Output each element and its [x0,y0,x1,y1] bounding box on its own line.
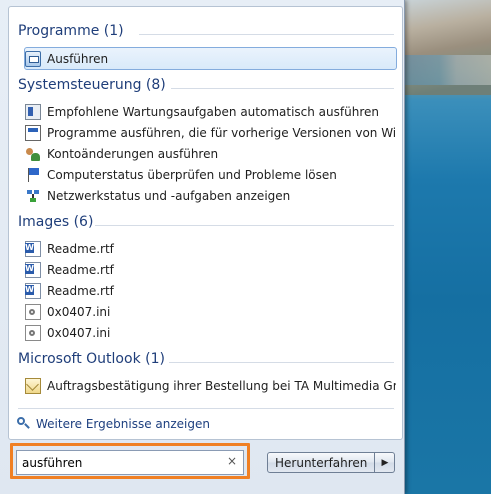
search-results-pane: Programme (1) Ausführen Systemsteuerung … [8,6,403,440]
run-icon [25,50,41,67]
group-divider [169,362,394,363]
result-item-ini-2[interactable]: 0x0407.ini [25,322,396,343]
ini-file-icon [25,324,41,341]
results-divider [18,408,394,409]
result-item-label: Netzwerkstatus und -aufgaben anzeigen [47,188,291,203]
group-divider [139,34,394,35]
result-item-label: Readme.rtf [47,241,114,256]
search-box[interactable]: × [16,450,244,475]
result-item-label: Empfohlene Wartungsaufgaben automatisch … [47,104,379,119]
group-divider [171,88,394,89]
more-results-label: Weitere Ergebnisse anzeigen [36,417,210,431]
result-item-computerstatus[interactable]: Computerstatus überprüfen und Probleme l… [25,164,396,185]
group-header-systemsteuerung[interactable]: Systemsteuerung (8) [18,77,166,93]
network-icon [25,187,41,204]
action-center-flag-icon [25,167,41,183]
search-input[interactable] [22,455,212,470]
result-item-label: Readme.rtf [47,283,114,298]
word-document-icon [25,261,41,278]
word-document-icon [25,240,41,257]
compatibility-icon [25,124,41,141]
start-menu: Programme (1) Ausführen Systemsteuerung … [0,0,405,494]
shutdown-control: Herunterfahren ▶ [267,452,396,473]
search-icon [16,416,32,432]
result-item-wartungsaufgaben[interactable]: Empfohlene Wartungsaufgaben automatisch … [25,101,396,122]
desktop-wallpaper-shore [405,55,491,85]
ini-file-icon [25,303,41,320]
group-header-images[interactable]: Images (6) [18,214,93,230]
result-item-label: Kontoänderungen ausführen [47,146,219,161]
maintenance-icon [25,103,41,120]
result-item-label: Readme.rtf [47,262,114,277]
result-item-ini-1[interactable]: 0x0407.ini [25,301,396,322]
result-item-kontoaenderungen[interactable]: Kontoänderungen ausführen [25,143,396,164]
group-header-outlook[interactable]: Microsoft Outlook (1) [18,351,165,367]
word-document-icon [25,282,41,299]
shutdown-button[interactable]: Herunterfahren [267,452,376,473]
result-item-label: Computerstatus überprüfen und Probleme l… [47,167,337,182]
more-results-link[interactable]: Weitere Ergebnisse anzeigen [16,416,210,432]
user-accounts-icon [25,146,41,162]
result-item-ausfuehren[interactable]: Ausführen [24,47,397,70]
clear-search-icon[interactable]: × [227,454,237,468]
result-item-readme-1[interactable]: Readme.rtf [25,238,396,259]
mail-icon [25,377,41,394]
result-item-readme-3[interactable]: Readme.rtf [25,280,396,301]
group-header-programme[interactable]: Programme (1) [18,23,124,39]
result-item-label: Ausführen [47,51,109,66]
result-item-auftragsbestaetigung[interactable]: Auftragsbestätigung ihrer Bestellung bei… [25,375,396,396]
result-item-readme-2[interactable]: Readme.rtf [25,259,396,280]
shutdown-options-arrow-icon[interactable]: ▶ [375,452,396,473]
group-divider [95,225,394,226]
result-item-netzwerkstatus[interactable]: Netzwerkstatus und -aufgaben anzeigen [25,185,396,206]
result-item-label: Programme ausführen, die für vorherige V… [47,125,396,140]
result-item-label: Auftragsbestätigung ihrer Bestellung bei… [47,378,396,393]
result-item-kompatibilitaet[interactable]: Programme ausführen, die für vorherige V… [25,122,396,143]
result-item-label: 0x0407.ini [47,325,111,340]
result-item-label: 0x0407.ini [47,304,111,319]
